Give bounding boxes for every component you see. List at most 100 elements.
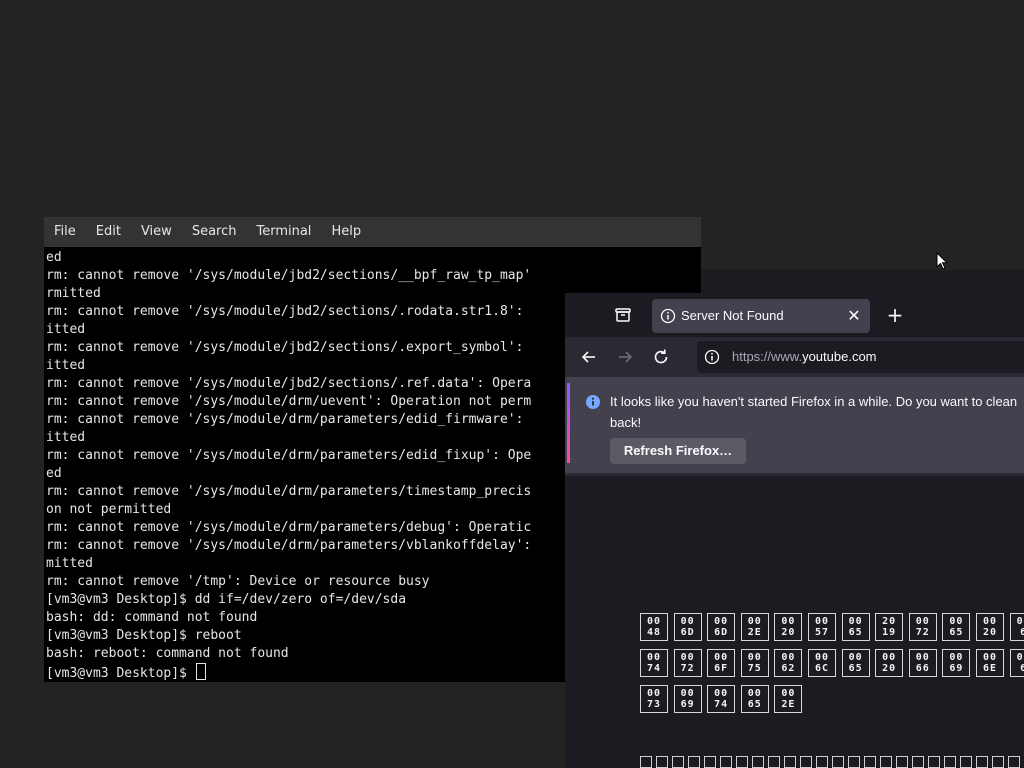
notification-line-1: It looks like you haven't started Firefo… bbox=[610, 394, 1018, 409]
glyph-hex-low: 20 bbox=[781, 627, 796, 638]
missing-glyph-box: 00 74 bbox=[640, 649, 668, 677]
missing-glyph-box: 00 75 bbox=[740, 649, 769, 677]
terminal-output[interactable]: ed rm: cannot remove '/sys/module/jbd2/se… bbox=[46, 249, 541, 681]
glyph-hex-low: 66 bbox=[915, 663, 930, 674]
missing-glyph-box: 00 65 bbox=[942, 613, 971, 641]
glyph-hex-low: 72 bbox=[915, 627, 930, 638]
glyph-hex-high: 20 bbox=[882, 616, 897, 627]
missing-glyph-box: 00 69 bbox=[942, 649, 971, 677]
glyph-hex-high: 00 bbox=[848, 616, 863, 627]
glyph-hex-high: 00 bbox=[747, 616, 762, 627]
glyph-hex-high: 00 bbox=[915, 616, 930, 627]
menu-terminal[interactable]: Terminal bbox=[246, 217, 321, 247]
glyph-hex-high: 00 bbox=[747, 688, 762, 699]
small-missing-glyph-box bbox=[912, 756, 924, 768]
missing-glyph-box: 00 65 bbox=[841, 649, 870, 677]
reload-icon[interactable] bbox=[651, 347, 671, 367]
glyph-hex-high: 00 bbox=[781, 688, 796, 699]
glyph-hex-low: 2E bbox=[747, 627, 762, 638]
missing-glyph-box: 00 6F bbox=[707, 649, 736, 677]
terminal-line: rm: cannot remove '/sys/module/jbd2/sect… bbox=[46, 340, 524, 355]
firefox-view-icon[interactable] bbox=[613, 305, 633, 325]
terminal-line: rm: cannot remove '/sys/module/jbd2/sect… bbox=[46, 376, 532, 391]
small-missing-glyph-box bbox=[896, 756, 908, 768]
terminal-prompt-line[interactable]: [vm3@vm3 Desktop]$ bbox=[46, 663, 541, 681]
terminal-line: rm: cannot remove '/sys/module/drm/param… bbox=[46, 538, 532, 553]
small-missing-glyph-box bbox=[832, 756, 844, 768]
terminal-line: on not permitted bbox=[46, 502, 172, 517]
small-missing-glyph-box bbox=[768, 756, 780, 768]
navigation-toolbar: https://www.youtube.com bbox=[565, 337, 1024, 377]
notification-accent-bar bbox=[567, 383, 570, 463]
url-text[interactable]: https://www.youtube.com bbox=[732, 341, 877, 373]
firefox-titlebar[interactable] bbox=[701, 270, 1024, 293]
glyph-hex-low: 6D bbox=[680, 627, 695, 638]
terminal-menubar: File Edit View Search Terminal Help bbox=[44, 217, 701, 247]
missing-glyph-box: 00 69 bbox=[673, 685, 702, 713]
terminal-line: mitted bbox=[46, 556, 93, 571]
small-missing-glyph-box bbox=[720, 756, 732, 768]
menu-edit[interactable]: Edit bbox=[86, 217, 131, 247]
small-missing-glyph-box bbox=[800, 756, 812, 768]
missing-glyph-box: 00 74 bbox=[707, 685, 736, 713]
refresh-firefox-button[interactable]: Refresh Firefox… bbox=[610, 438, 746, 464]
missing-glyph-box: 00 6D bbox=[673, 613, 702, 641]
new-tab-button[interactable]: + bbox=[883, 303, 907, 327]
glyph-hex-low: 48 bbox=[646, 627, 662, 638]
small-missing-glyph-box bbox=[784, 756, 796, 768]
back-arrow-icon[interactable] bbox=[579, 347, 599, 367]
firefox-window[interactable]: Server Not Found ✕ + https://www.youtube… bbox=[565, 293, 1024, 768]
terminal-line: rm: cannot remove '/sys/module/jbd2/sect… bbox=[46, 304, 524, 319]
missing-glyph-box: 00 6E bbox=[976, 649, 1004, 677]
menu-help[interactable]: Help bbox=[321, 217, 371, 247]
missing-glyph-box: 00 6C bbox=[808, 649, 836, 677]
terminal-line: itted bbox=[46, 322, 86, 337]
glyph-hex-low: 19 bbox=[882, 627, 897, 638]
small-missing-glyph-box bbox=[864, 756, 876, 768]
glyph-hex-high: 00 bbox=[646, 652, 662, 663]
small-missing-glyph-box bbox=[976, 756, 988, 768]
glyph-hex-low: 6 bbox=[1011, 627, 1024, 638]
notification-message: It looks like you haven't started Firefo… bbox=[610, 391, 1024, 433]
glyph-hex-low: 73 bbox=[646, 699, 662, 710]
glyph-hex-high: 00 bbox=[714, 616, 729, 627]
text-cursor bbox=[195, 663, 206, 680]
small-missing-glyph-box bbox=[640, 756, 652, 768]
small-missing-glyph-box bbox=[688, 756, 700, 768]
tab-server-not-found[interactable]: Server Not Found ✕ bbox=[652, 299, 870, 333]
missing-glyph-box: 00 2E bbox=[740, 613, 769, 641]
glyph-hex-low: 6D bbox=[714, 627, 729, 638]
missing-glyph-box: 00 57 bbox=[808, 613, 836, 641]
glyph-hex-low: 62 bbox=[781, 663, 796, 674]
tab-title: Server Not Found bbox=[681, 308, 784, 323]
small-missing-glyph-box bbox=[704, 756, 716, 768]
missing-glyph-box: 00 72 bbox=[908, 613, 937, 641]
forward-arrow-icon[interactable] bbox=[615, 347, 635, 367]
site-info-icon[interactable] bbox=[704, 349, 720, 365]
glyph-hex-low: 20 bbox=[982, 627, 998, 638]
glyph-hex-low: 65 bbox=[848, 627, 863, 638]
small-missing-glyph-box bbox=[1008, 756, 1020, 768]
glyph-hex-high: 00 bbox=[781, 616, 796, 627]
glyph-hex-high: 00 bbox=[848, 652, 863, 663]
glyph-hex-high: 00 bbox=[714, 652, 729, 663]
terminal-line: rm: cannot remove '/sys/module/drm/param… bbox=[46, 520, 532, 535]
terminal-line: rm: cannot remove '/sys/module/drm/param… bbox=[46, 412, 524, 427]
close-tab-icon[interactable]: ✕ bbox=[844, 306, 864, 326]
menu-search[interactable]: Search bbox=[182, 217, 247, 247]
small-missing-glyph-box bbox=[816, 756, 828, 768]
glyph-hex-high: 00 bbox=[1016, 616, 1024, 627]
glyph-hex-high: 00 bbox=[680, 652, 695, 663]
menu-file[interactable]: File bbox=[44, 217, 86, 247]
glyph-hex-low: 75 bbox=[747, 663, 762, 674]
url-bar[interactable]: https://www.youtube.com bbox=[697, 341, 1024, 373]
small-missing-glyph-box bbox=[736, 756, 748, 768]
url-prefix: https://www. bbox=[732, 349, 803, 364]
missing-glyph-box: 00 73 bbox=[640, 685, 668, 713]
terminal-line: [vm3@vm3 Desktop]$ reboot bbox=[46, 628, 242, 643]
small-missing-glyph-box bbox=[960, 756, 972, 768]
glyph-hex-high: 00 bbox=[982, 652, 998, 663]
terminal-line: itted bbox=[46, 430, 86, 445]
terminal-line: rm: cannot remove '/sys/module/jbd2/sect… bbox=[46, 268, 532, 283]
menu-view[interactable]: View bbox=[131, 217, 182, 247]
